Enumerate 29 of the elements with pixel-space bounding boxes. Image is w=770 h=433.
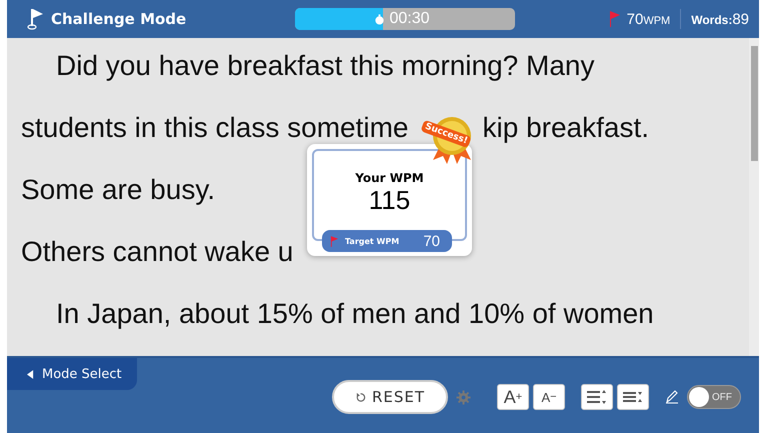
- passage-text: In Japan, about 15% of men and 10% of women: [56, 297, 654, 331]
- reset-icon: [354, 392, 366, 402]
- passage-text: Some are busy.: [21, 173, 216, 207]
- result-value: 115: [368, 185, 410, 215]
- mode-title: Challenge Mode: [51, 10, 188, 28]
- pen-icon: [665, 390, 679, 404]
- passage-text: Others cannot wake u: [21, 235, 294, 269]
- target-value: 70: [423, 232, 440, 250]
- line-spacing-icon: [587, 390, 607, 404]
- line-spacing-increase-button[interactable]: [581, 384, 613, 410]
- result-label: Your WPM: [355, 171, 424, 185]
- stopwatch-icon: [374, 14, 386, 24]
- passage-text: students in this class sometime: [21, 111, 408, 145]
- word-count: Words:89: [691, 10, 749, 28]
- line-spacing-decrease-button[interactable]: [617, 384, 649, 410]
- target-label: Target WPM: [345, 236, 400, 246]
- pen-toggle[interactable]: OFF: [687, 385, 741, 409]
- flag-icon: [330, 234, 339, 248]
- line-spacing-icon: [623, 390, 643, 404]
- mode-select-button[interactable]: Mode Select: [7, 358, 137, 390]
- scrollbar[interactable]: [749, 38, 759, 356]
- target-wpm: 70WPM: [626, 10, 670, 28]
- flag-icon: [27, 7, 45, 31]
- reset-button[interactable]: RESET: [332, 380, 448, 414]
- passage-text: kip breakfast.: [482, 111, 650, 145]
- passage-text: Did you have breakfast this morning? Many: [56, 49, 594, 83]
- flag-icon: [608, 10, 621, 28]
- timer-text: 00:30: [389, 10, 430, 28]
- left-triangle-icon: [27, 370, 34, 378]
